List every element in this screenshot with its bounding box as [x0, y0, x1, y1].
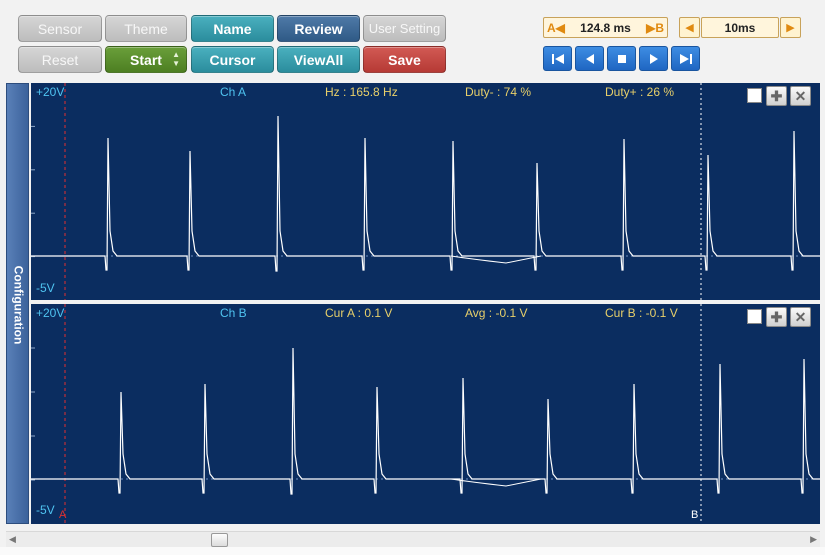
step-forward-button[interactable]: [639, 46, 668, 71]
theme-button[interactable]: Theme: [105, 15, 187, 42]
close-icon: ✕: [794, 308, 807, 325]
step-back-button[interactable]: [575, 46, 604, 71]
timebase-decrease-button[interactable]: ◀: [679, 17, 700, 38]
view-all-button[interactable]: ViewAll: [277, 46, 360, 73]
step-back-icon: [585, 53, 594, 64]
channel-b-plot[interactable]: +20V -5V Ch B Cur A : 0.1 V Avg : -0.1 V…: [31, 304, 820, 524]
stop-button[interactable]: [607, 46, 636, 71]
close-icon: ✕: [794, 87, 807, 104]
cursor-delta-value: 124.8 ms: [580, 20, 631, 35]
cursor-button[interactable]: Cursor: [191, 46, 274, 73]
user-setting-button[interactable]: User Setting: [363, 15, 446, 42]
scrollbar-thumb[interactable]: [211, 533, 228, 547]
average-value: Avg : -0.1 V: [465, 306, 528, 320]
cursor-a-value: Cur A : 0.1 V: [325, 306, 393, 320]
skip-start-icon: [551, 53, 564, 64]
timebase-value: 10ms: [701, 17, 779, 38]
channel-b-top-scale: +20V: [36, 306, 65, 320]
channel-a-close-button[interactable]: ✕: [790, 86, 811, 106]
channel-b-close-button[interactable]: ✕: [790, 307, 811, 327]
channel-b-checkbox[interactable]: [747, 309, 762, 324]
cursor-a-marker: A◀: [547, 20, 565, 35]
channel-a-waveform-bump: [450, 255, 542, 264]
channel-a-checkbox[interactable]: [747, 88, 762, 103]
cursor-b-marker: ▶B: [646, 20, 664, 35]
start-label: Start: [130, 51, 162, 68]
sensor-button[interactable]: Sensor: [18, 15, 102, 42]
plus-icon: ✚: [770, 308, 783, 325]
channel-a-name: Ch A: [220, 85, 247, 99]
cursor-b-value: Cur B : -0.1 V: [605, 306, 678, 320]
channel-b-bottom-scale: -5V: [36, 503, 55, 517]
horizontal-scrollbar[interactable]: ◀ ▶: [6, 531, 820, 547]
skip-end-icon: [679, 53, 692, 64]
channel-a-trace-area[interactable]: [31, 83, 820, 300]
cursor-delta-readout: A◀ 124.8 ms ▶B: [543, 17, 668, 38]
channel-a-zoom-button[interactable]: ✚: [766, 86, 787, 106]
configuration-label: Configuration: [11, 265, 26, 344]
scroll-left-icon[interactable]: ◀: [9, 534, 16, 545]
channel-a-frequency: Hz : 165.8 Hz: [325, 85, 398, 99]
channel-a-duty-negative: Duty- : 74 %: [465, 85, 532, 99]
status-strip: [0, 547, 825, 555]
channel-a-top-scale: +20V: [36, 85, 65, 99]
channel-a-bottom-scale: -5V: [36, 281, 55, 295]
step-forward-icon: [649, 53, 658, 64]
cursor-b-label: B: [691, 509, 699, 521]
spinner-arrows-icon[interactable]: ▲ ▼: [172, 50, 180, 68]
caret-right-icon: ▶: [786, 22, 795, 34]
cursor-a-label: A: [59, 509, 67, 521]
reset-button[interactable]: Reset: [18, 46, 102, 73]
channel-a-plot[interactable]: +20V -5V Ch A Hz : 165.8 Hz Duty- : 74 %…: [31, 83, 820, 300]
caret-left-icon: ◀: [685, 22, 694, 34]
review-button[interactable]: Review: [277, 15, 360, 42]
scope-window: Sensor Theme Name Review User Setting Re…: [0, 0, 825, 555]
channel-b-name: Ch B: [220, 306, 247, 320]
name-button[interactable]: Name: [191, 15, 274, 42]
plus-icon: ✚: [770, 87, 783, 104]
timebase-increase-button[interactable]: ▶: [780, 17, 801, 38]
channel-b-trace-area[interactable]: [31, 304, 820, 524]
stop-icon: [617, 54, 626, 63]
start-button[interactable]: Start ▲ ▼: [105, 46, 187, 73]
channel-a-duty-positive: Duty+ : 26 %: [605, 85, 675, 99]
save-button[interactable]: Save: [363, 46, 446, 73]
channel-b-waveform-bump: [450, 478, 542, 487]
skip-start-button[interactable]: [543, 46, 572, 71]
channel-a-waveform: [31, 115, 820, 272]
channel-b-zoom-button[interactable]: ✚: [766, 307, 787, 327]
channel-b-waveform: [31, 347, 820, 495]
scroll-right-icon[interactable]: ▶: [810, 534, 817, 545]
configuration-tab[interactable]: Configuration: [6, 83, 29, 524]
skip-end-button[interactable]: [671, 46, 700, 71]
